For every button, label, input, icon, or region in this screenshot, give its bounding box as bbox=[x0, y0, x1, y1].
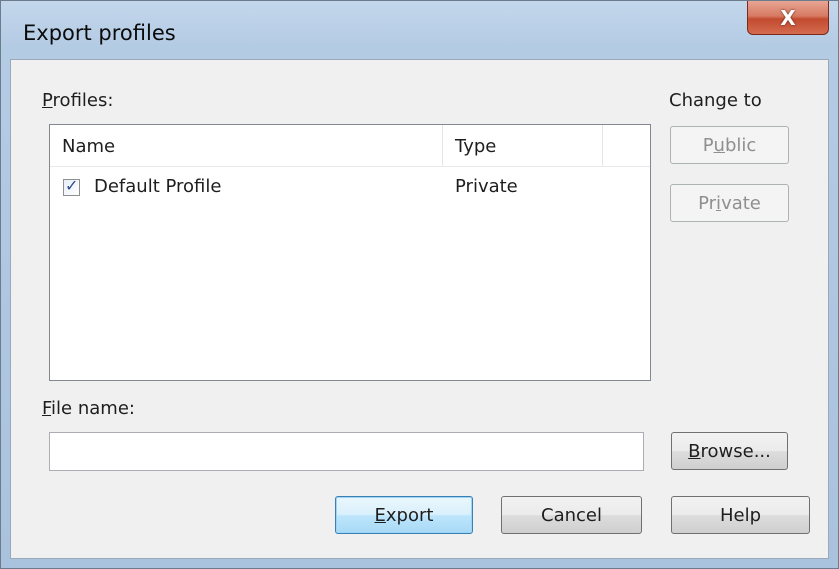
file-name-label: File name: bbox=[42, 398, 135, 419]
checkbox-checked-icon: ✓ bbox=[65, 176, 79, 195]
profile-type: Private bbox=[455, 176, 518, 197]
export-button[interactable]: Export bbox=[335, 496, 473, 534]
close-icon: X bbox=[780, 5, 796, 30]
column-header-name[interactable]: Name bbox=[50, 125, 443, 166]
help-button[interactable]: Help bbox=[671, 496, 810, 534]
browse-button[interactable]: Browse... bbox=[671, 432, 788, 470]
profiles-label: Profiles: bbox=[42, 90, 114, 111]
public-button[interactable]: Pu blic bbox=[670, 126, 789, 164]
list-item[interactable]: ✓ Default Profile Private bbox=[50, 173, 650, 205]
title-bar[interactable]: Export profiles X bbox=[1, 1, 838, 59]
profile-checkbox[interactable]: ✓ bbox=[63, 176, 80, 196]
dialog-body: Profiles: Name Type ✓ Default Profile Pr… bbox=[10, 59, 829, 559]
dialog-title: Export profiles bbox=[23, 21, 176, 45]
profiles-list[interactable]: Name Type ✓ Default Profile Private bbox=[49, 124, 651, 381]
profile-name: Default Profile bbox=[94, 176, 222, 197]
close-button[interactable]: X bbox=[747, 1, 829, 35]
change-to-label: Change to bbox=[669, 90, 762, 111]
column-header-type[interactable]: Type bbox=[443, 125, 603, 166]
export-profiles-dialog: Export profiles X Profiles: Name Type ✓ … bbox=[0, 0, 839, 569]
column-header-filler bbox=[603, 125, 650, 166]
cancel-button[interactable]: Cancel bbox=[501, 496, 642, 534]
header-divider bbox=[50, 166, 650, 167]
file-name-input[interactable] bbox=[49, 432, 644, 471]
profiles-list-header: Name Type bbox=[50, 125, 650, 166]
private-button[interactable]: Pr i vate bbox=[670, 184, 789, 222]
